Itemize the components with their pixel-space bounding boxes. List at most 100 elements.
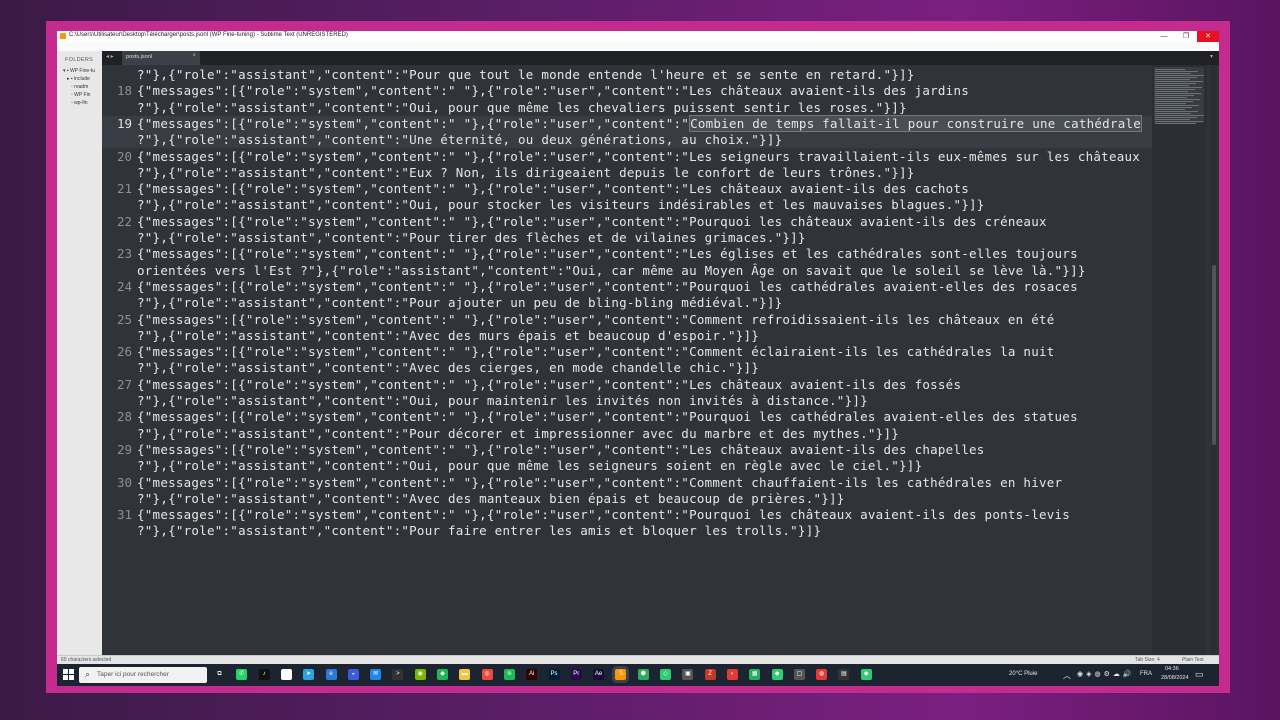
code-line[interactable]: 28 {"messages":[{"role":"system","content… xyxy=(102,409,1152,425)
taskbar-search-box[interactable]: ⌕ Taper ici pour rechercher xyxy=(79,667,207,683)
code-line[interactable]: 18 {"messages":[{"role":"system","content… xyxy=(102,83,1152,99)
telegram-icon[interactable]: ➤ xyxy=(303,669,315,680)
filezilla-icon[interactable]: Z xyxy=(704,669,716,680)
terminal-icon[interactable]: > xyxy=(392,669,404,680)
clock-date[interactable]: 28/08/2024 xyxy=(1161,675,1189,681)
code-line[interactable]: ?"},{"role":"assistant","content":"Pour … xyxy=(102,426,1152,442)
app-box-icon[interactable]: ▤ xyxy=(838,669,850,680)
close-button[interactable]: ✕ xyxy=(1197,31,1219,42)
edge-icon[interactable]: e xyxy=(325,669,337,680)
app-sq-icon[interactable]: ▢ xyxy=(793,669,805,680)
code-editor[interactable]: ?"},{"role":"assistant","content":"Pour … xyxy=(102,65,1152,655)
maximize-button[interactable]: ❐ xyxy=(1175,31,1197,42)
vertical-scrollbar[interactable] xyxy=(1211,65,1217,655)
app-red-icon[interactable]: ◐ xyxy=(726,669,738,680)
folder-tree-item[interactable]: ▫ readm xyxy=(63,83,102,91)
code-line[interactable]: 19 {"messages":[{"role":"system","content… xyxy=(102,114,1152,132)
code-line[interactable]: ?"},{"role":"assistant","content":"Pour … xyxy=(102,523,1152,539)
file-icon[interactable] xyxy=(280,669,292,680)
line-number: 24 xyxy=(116,278,132,294)
code-line[interactable]: 24 {"messages":[{"role":"system","content… xyxy=(102,279,1152,295)
code-line[interactable]: 26 {"messages":[{"role":"system","content… xyxy=(102,344,1152,360)
task-view-icon[interactable]: ⧉ xyxy=(214,669,225,680)
folders-header: FOLDERS xyxy=(65,57,94,63)
code-line[interactable]: ?"},{"role":"assistant","content":"Oui, … xyxy=(102,458,1152,474)
code-line[interactable]: ?"},{"role":"assistant","content":"Eux ?… xyxy=(102,165,1152,181)
status-tab-size[interactable]: Tab Size: 4 xyxy=(1135,657,1160,663)
code-line[interactable]: 23 {"messages":[{"role":"system","content… xyxy=(102,246,1152,262)
sublime-icon[interactable]: S xyxy=(615,669,627,680)
code-line[interactable]: ?"},{"role":"assistant","content":"Oui, … xyxy=(102,393,1152,409)
minimap-line xyxy=(1155,123,1196,124)
code-line[interactable]: ?"},{"role":"assistant","content":"Pour … xyxy=(102,230,1152,246)
app-diamond3-icon[interactable]: ◆ xyxy=(860,669,872,680)
code-text: ?"},{"role":"assistant","content":"Oui, … xyxy=(137,393,868,408)
weather-text[interactable]: 20°C Pluie xyxy=(1009,671,1037,677)
code-text: ?"},{"role":"assistant","content":"Pour … xyxy=(137,523,822,539)
minimap[interactable] xyxy=(1152,65,1207,655)
status-syntax[interactable]: Plain Text xyxy=(1182,657,1204,663)
browser-icon[interactable]: ◒ xyxy=(347,669,359,680)
code-line[interactable]: 22 {"messages":[{"role":"system","content… xyxy=(102,214,1152,230)
code-text: {"messages":[{"role":"system","content":… xyxy=(137,311,1055,327)
diamond-icon[interactable]: ◇ xyxy=(660,669,671,680)
tiktok-icon[interactable]: ♪ xyxy=(258,669,270,680)
folder-icon[interactable]: ▬ xyxy=(459,669,471,680)
code-line[interactable]: ?"},{"role":"assistant","content":"Avec … xyxy=(102,360,1152,376)
minimap-line xyxy=(1155,79,1190,80)
code-line[interactable]: ?"},{"role":"assistant","content":"Avec … xyxy=(102,328,1152,344)
language-indicator[interactable]: FRA xyxy=(1140,671,1152,677)
code-line[interactable]: 21 {"messages":[{"role":"system","content… xyxy=(102,181,1152,197)
app-diamond2-icon[interactable]: ◆ xyxy=(771,669,783,680)
code-line[interactable]: ?"},{"role":"assistant","content":"Une é… xyxy=(102,132,1152,149)
code-line[interactable]: 25 {"messages":[{"role":"system","content… xyxy=(102,312,1152,328)
app-green-icon[interactable]: ◆ xyxy=(437,669,448,680)
tray-chevron-icon[interactable]: ︿ xyxy=(1063,670,1071,681)
tab-close-icon[interactable]: × xyxy=(192,53,196,59)
folder-tree-item[interactable]: ▸ ▪ include xyxy=(63,75,102,83)
code-text: ?"},{"role":"assistant","content":"Pour … xyxy=(137,425,900,441)
app-red2-icon[interactable]: ◍ xyxy=(816,669,828,680)
code-line[interactable]: 31 {"messages":[{"role":"system","content… xyxy=(102,507,1152,523)
code-line[interactable]: ?"},{"role":"assistant","content":"Pour … xyxy=(102,295,1152,311)
code-line[interactable]: ?"},{"role":"assistant","content":"Oui, … xyxy=(102,197,1152,213)
cube-icon[interactable]: ⬢ xyxy=(637,669,649,680)
folder-tree-item[interactable]: ▾ ▪ WP Fine-tu xyxy=(63,67,102,75)
line-number: 30 xyxy=(116,474,132,490)
chrome-icon[interactable]: ◎ xyxy=(481,669,493,680)
code-line[interactable]: orientées vers l'Est ?"},{"role":"assist… xyxy=(102,263,1152,279)
android-icon[interactable]: ▦ xyxy=(749,669,761,680)
code-line[interactable]: ?"},{"role":"assistant","content":"Pour … xyxy=(102,67,1152,83)
code-line[interactable]: ?"},{"role":"assistant","content":"Oui, … xyxy=(102,100,1152,116)
notification-icon[interactable]: ▭ xyxy=(1195,669,1204,680)
premiere-icon[interactable]: Pr xyxy=(570,669,582,680)
folder-tree-item[interactable]: ▫ wp-fin xyxy=(63,99,102,107)
aftereffects-icon[interactable]: Ae xyxy=(593,669,605,680)
mail-icon[interactable]: ✉ xyxy=(370,669,382,680)
code-text: {"messages":[{"role":"system","content":… xyxy=(137,441,985,457)
code-line[interactable]: ?"},{"role":"assistant","content":"Avec … xyxy=(102,491,1152,507)
code-line[interactable]: 30 {"messages":[{"role":"system","content… xyxy=(102,475,1152,491)
windows-start-icon[interactable] xyxy=(63,669,74,680)
minimap-line xyxy=(1155,77,1197,78)
tray-icons[interactable]: ◉◈◍⚙☁🔊 xyxy=(1077,670,1135,678)
spotify-icon[interactable]: ≋ xyxy=(503,669,515,680)
code-line[interactable]: 29 {"messages":[{"role":"system","content… xyxy=(102,442,1152,458)
illustrator-icon[interactable]: Ai xyxy=(526,669,538,680)
minimize-button[interactable]: — xyxy=(1153,31,1175,42)
tab-posts-jsonl[interactable]: posts.jsonl × xyxy=(122,51,200,65)
code-line[interactable]: 20 {"messages":[{"role":"system","content… xyxy=(102,149,1152,165)
code-line[interactable]: 27 {"messages":[{"role":"system","content… xyxy=(102,377,1152,393)
line-number: 29 xyxy=(116,441,132,457)
line-number: 19 xyxy=(116,115,132,131)
folder-tree-item[interactable]: ▫ WP Fin xyxy=(63,91,102,99)
whatsapp-icon[interactable]: ✆ xyxy=(236,669,248,680)
tab-nav-arrows[interactable]: ◂ ▸ xyxy=(106,53,114,60)
clock-time[interactable]: 04:36 xyxy=(1165,666,1179,672)
app-gray-icon[interactable]: ▣ xyxy=(682,669,694,680)
photoshop-icon[interactable]: Ps xyxy=(548,669,560,680)
tab-dropdown-icon[interactable]: ▾ xyxy=(1210,53,1213,60)
minimap-line xyxy=(1155,107,1192,108)
scrollbar-thumb[interactable] xyxy=(1212,265,1216,445)
nvidia-icon[interactable]: ◉ xyxy=(414,669,426,680)
